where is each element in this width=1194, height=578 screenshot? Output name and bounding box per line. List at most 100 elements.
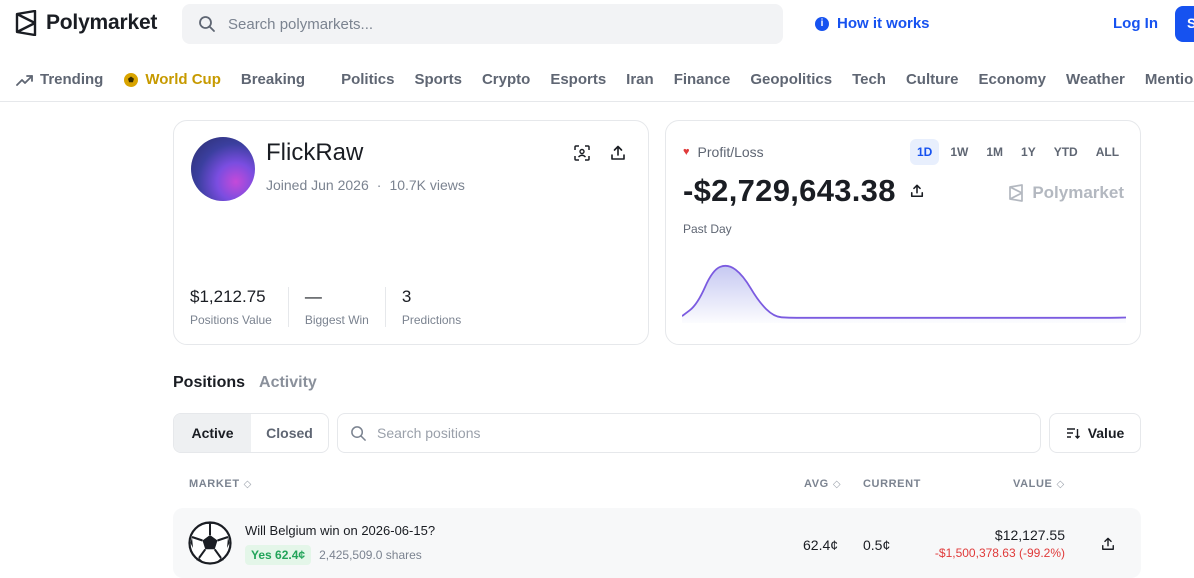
info-icon: i — [815, 16, 829, 31]
search-input[interactable] — [228, 15, 748, 33]
nav-item-mentions[interactable]: Mentions — [1145, 71, 1194, 88]
tab-activity[interactable]: Activity — [259, 374, 317, 392]
signup-button[interactable]: S — [1175, 6, 1194, 42]
nav-label: Iran — [626, 71, 654, 88]
pnl-header: ♥ Profit/Loss — [683, 144, 764, 160]
nav-item-tech[interactable]: Tech — [852, 71, 886, 88]
nav-label: Economy — [978, 71, 1046, 88]
polymarket-logo-icon — [1009, 184, 1024, 202]
tab-positions[interactable]: Positions — [173, 374, 245, 392]
search-icon — [199, 16, 215, 32]
pnl-label: Profit/Loss — [697, 144, 764, 160]
nav-label: Breaking — [240, 71, 306, 88]
active-button[interactable]: Active — [174, 414, 251, 452]
header-label: AVG — [804, 478, 829, 490]
share-icon[interactable] — [610, 145, 626, 161]
nav-item-geopolitics[interactable]: Geopolitics — [750, 71, 832, 88]
range-1w[interactable]: 1W — [943, 139, 975, 165]
category-nav: Trending World Cup Breaking Politics Spo… — [0, 58, 1194, 102]
range-ytd[interactable]: YTD — [1047, 139, 1085, 165]
sort-button[interactable]: Value — [1049, 413, 1141, 453]
column-header-market[interactable]: MARKET ◇ — [189, 478, 252, 490]
nav-label: World Cup — [145, 71, 221, 88]
heart-icon: ♥ — [683, 146, 690, 158]
header-label: CURRENT — [863, 478, 921, 490]
position-outcome: Yes 62.4¢ 2,425,509.0 shares — [245, 545, 422, 565]
joined-date: Joined Jun 2026 — [266, 177, 369, 193]
soccer-ball-icon — [124, 72, 139, 87]
nav-label: Tech — [852, 71, 886, 88]
market-question[interactable]: Will Belgium win on 2026-06-15? — [245, 523, 435, 538]
stat-predictions: 3 Predictions — [402, 287, 477, 327]
soccer-ball-icon — [188, 521, 232, 565]
nav-item-trending[interactable]: Trending — [16, 71, 103, 88]
top-header: Polymarket i How it works Log In S — [0, 0, 1194, 50]
nav-label: Trending — [40, 71, 104, 88]
header-label: MARKET — [189, 478, 240, 490]
stat-label: Predictions — [401, 313, 462, 327]
nav-item-culture[interactable]: Culture — [906, 71, 959, 88]
stat-positions-value: $1,212.75 Positions Value — [190, 287, 289, 327]
login-button[interactable]: Log In — [1113, 15, 1158, 32]
sort-label: Value — [1087, 425, 1125, 441]
header-label: VALUE — [1013, 478, 1053, 490]
position-value: $12,127.55 — [994, 527, 1065, 543]
logo[interactable]: Polymarket — [14, 10, 157, 36]
positions-search[interactable] — [337, 413, 1041, 453]
range-1y[interactable]: 1Y — [1014, 139, 1043, 165]
nav-item-breaking[interactable]: Breaking — [241, 71, 305, 88]
column-header-value[interactable]: VALUE ◇ — [1013, 478, 1065, 490]
column-header-current[interactable]: CURRENT — [863, 478, 921, 490]
search-icon — [351, 425, 366, 441]
pnl-value: -$2,729,643.38 — [683, 173, 896, 208]
profile-meta: Joined Jun 2026 · 10.7K views — [266, 177, 465, 193]
stat-value: 3 — [401, 287, 412, 306]
column-header-avg[interactable]: AVG ◇ — [804, 478, 841, 490]
stat-label: Biggest Win — [304, 313, 369, 327]
range-all[interactable]: ALL — [1089, 139, 1126, 165]
profile-stats: $1,212.75 Positions Value — Biggest Win … — [190, 287, 493, 327]
how-it-works-link[interactable]: i How it works — [815, 15, 930, 32]
outcome-badge: Yes 62.4¢ — [245, 545, 312, 565]
nav-item-economy[interactable]: Economy — [978, 71, 1046, 88]
sort-icon — [1066, 428, 1080, 439]
stat-value: $1,212.75 — [190, 287, 266, 306]
market-search[interactable] — [182, 4, 783, 44]
nav-item-weather[interactable]: Weather — [1066, 71, 1125, 88]
share-icon[interactable] — [910, 184, 924, 198]
username: FlickRaw — [266, 139, 364, 166]
nav-item-sports[interactable]: Sports — [414, 71, 462, 88]
stat-label: Positions Value — [190, 313, 272, 327]
nav-label: Mentions — [1144, 71, 1194, 88]
share-count: 2,425,509.0 shares — [319, 548, 422, 562]
polymarket-logo-icon — [15, 10, 37, 36]
position-pnl: -$1,500,378.63 (-99.2%) — [934, 546, 1065, 560]
sort-toggle-icon: ◇ — [832, 478, 842, 490]
share-icon[interactable] — [1101, 537, 1115, 551]
profile-tabs: Positions Activity — [173, 374, 317, 392]
table-row[interactable]: Will Belgium win on 2026-06-15? Yes 62.4… — [173, 508, 1141, 578]
positions-search-input[interactable] — [377, 425, 1017, 441]
nav-item-politics[interactable]: Politics — [341, 71, 394, 88]
sort-toggle-icon: ◇ — [243, 478, 252, 490]
range-1d[interactable]: 1D — [910, 139, 940, 165]
nav-label: Esports — [550, 71, 607, 88]
profit-loss-card: ♥ Profit/Loss 1D 1W 1M 1Y YTD ALL -$2,72… — [665, 120, 1141, 345]
avatar — [191, 137, 255, 201]
range-1m[interactable]: 1M — [979, 139, 1010, 165]
nav-label: Geopolitics — [750, 71, 833, 88]
nav-item-finance[interactable]: Finance — [674, 71, 731, 88]
nav-label: Sports — [414, 71, 462, 88]
pnl-amount: -$2,729,643.38 — [683, 173, 924, 209]
nav-item-iran[interactable]: Iran — [626, 71, 654, 88]
scan-qr-icon[interactable] — [574, 145, 590, 161]
profile-card: FlickRaw Joined Jun 2026 · 10.7K views $1,… — [173, 120, 649, 345]
watermark-text: Polymarket — [1032, 183, 1124, 202]
nav-item-world-cup[interactable]: World Cup — [123, 71, 221, 88]
pnl-chart — [682, 264, 1126, 323]
nav-item-crypto[interactable]: Crypto — [482, 71, 530, 88]
closed-button[interactable]: Closed — [251, 414, 328, 452]
nav-label: Culture — [905, 71, 959, 88]
period-label: Past Day — [683, 222, 732, 236]
nav-item-esports[interactable]: Esports — [550, 71, 606, 88]
